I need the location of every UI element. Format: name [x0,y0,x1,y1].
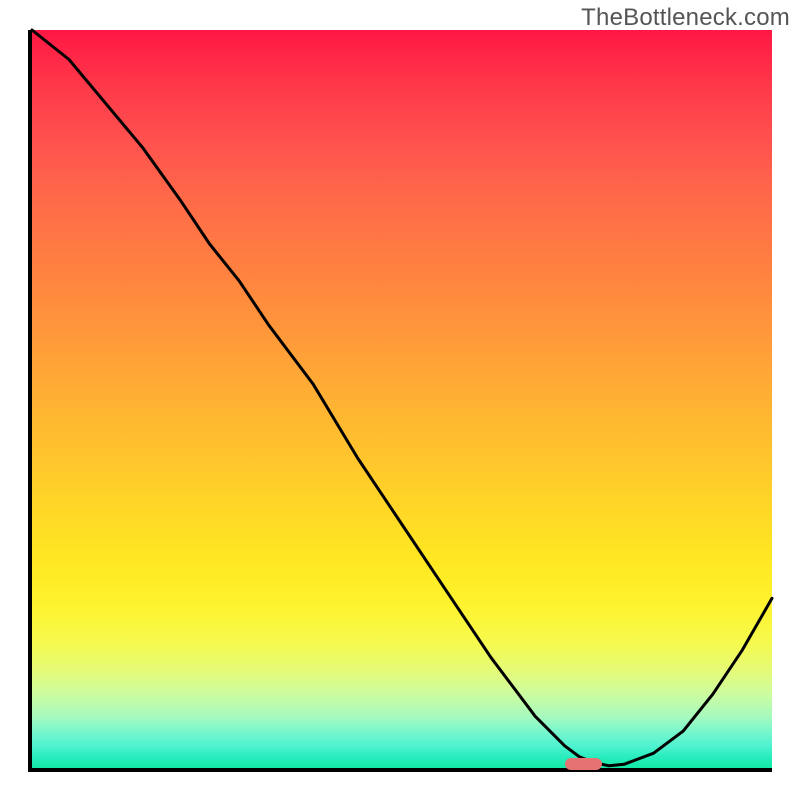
chart-plot-area [32,30,772,768]
bottleneck-curve [32,30,772,766]
optimal-range-marker [565,758,602,770]
chart-container: TheBottleneck.com [0,0,800,800]
attribution-label: TheBottleneck.com [581,4,790,32]
